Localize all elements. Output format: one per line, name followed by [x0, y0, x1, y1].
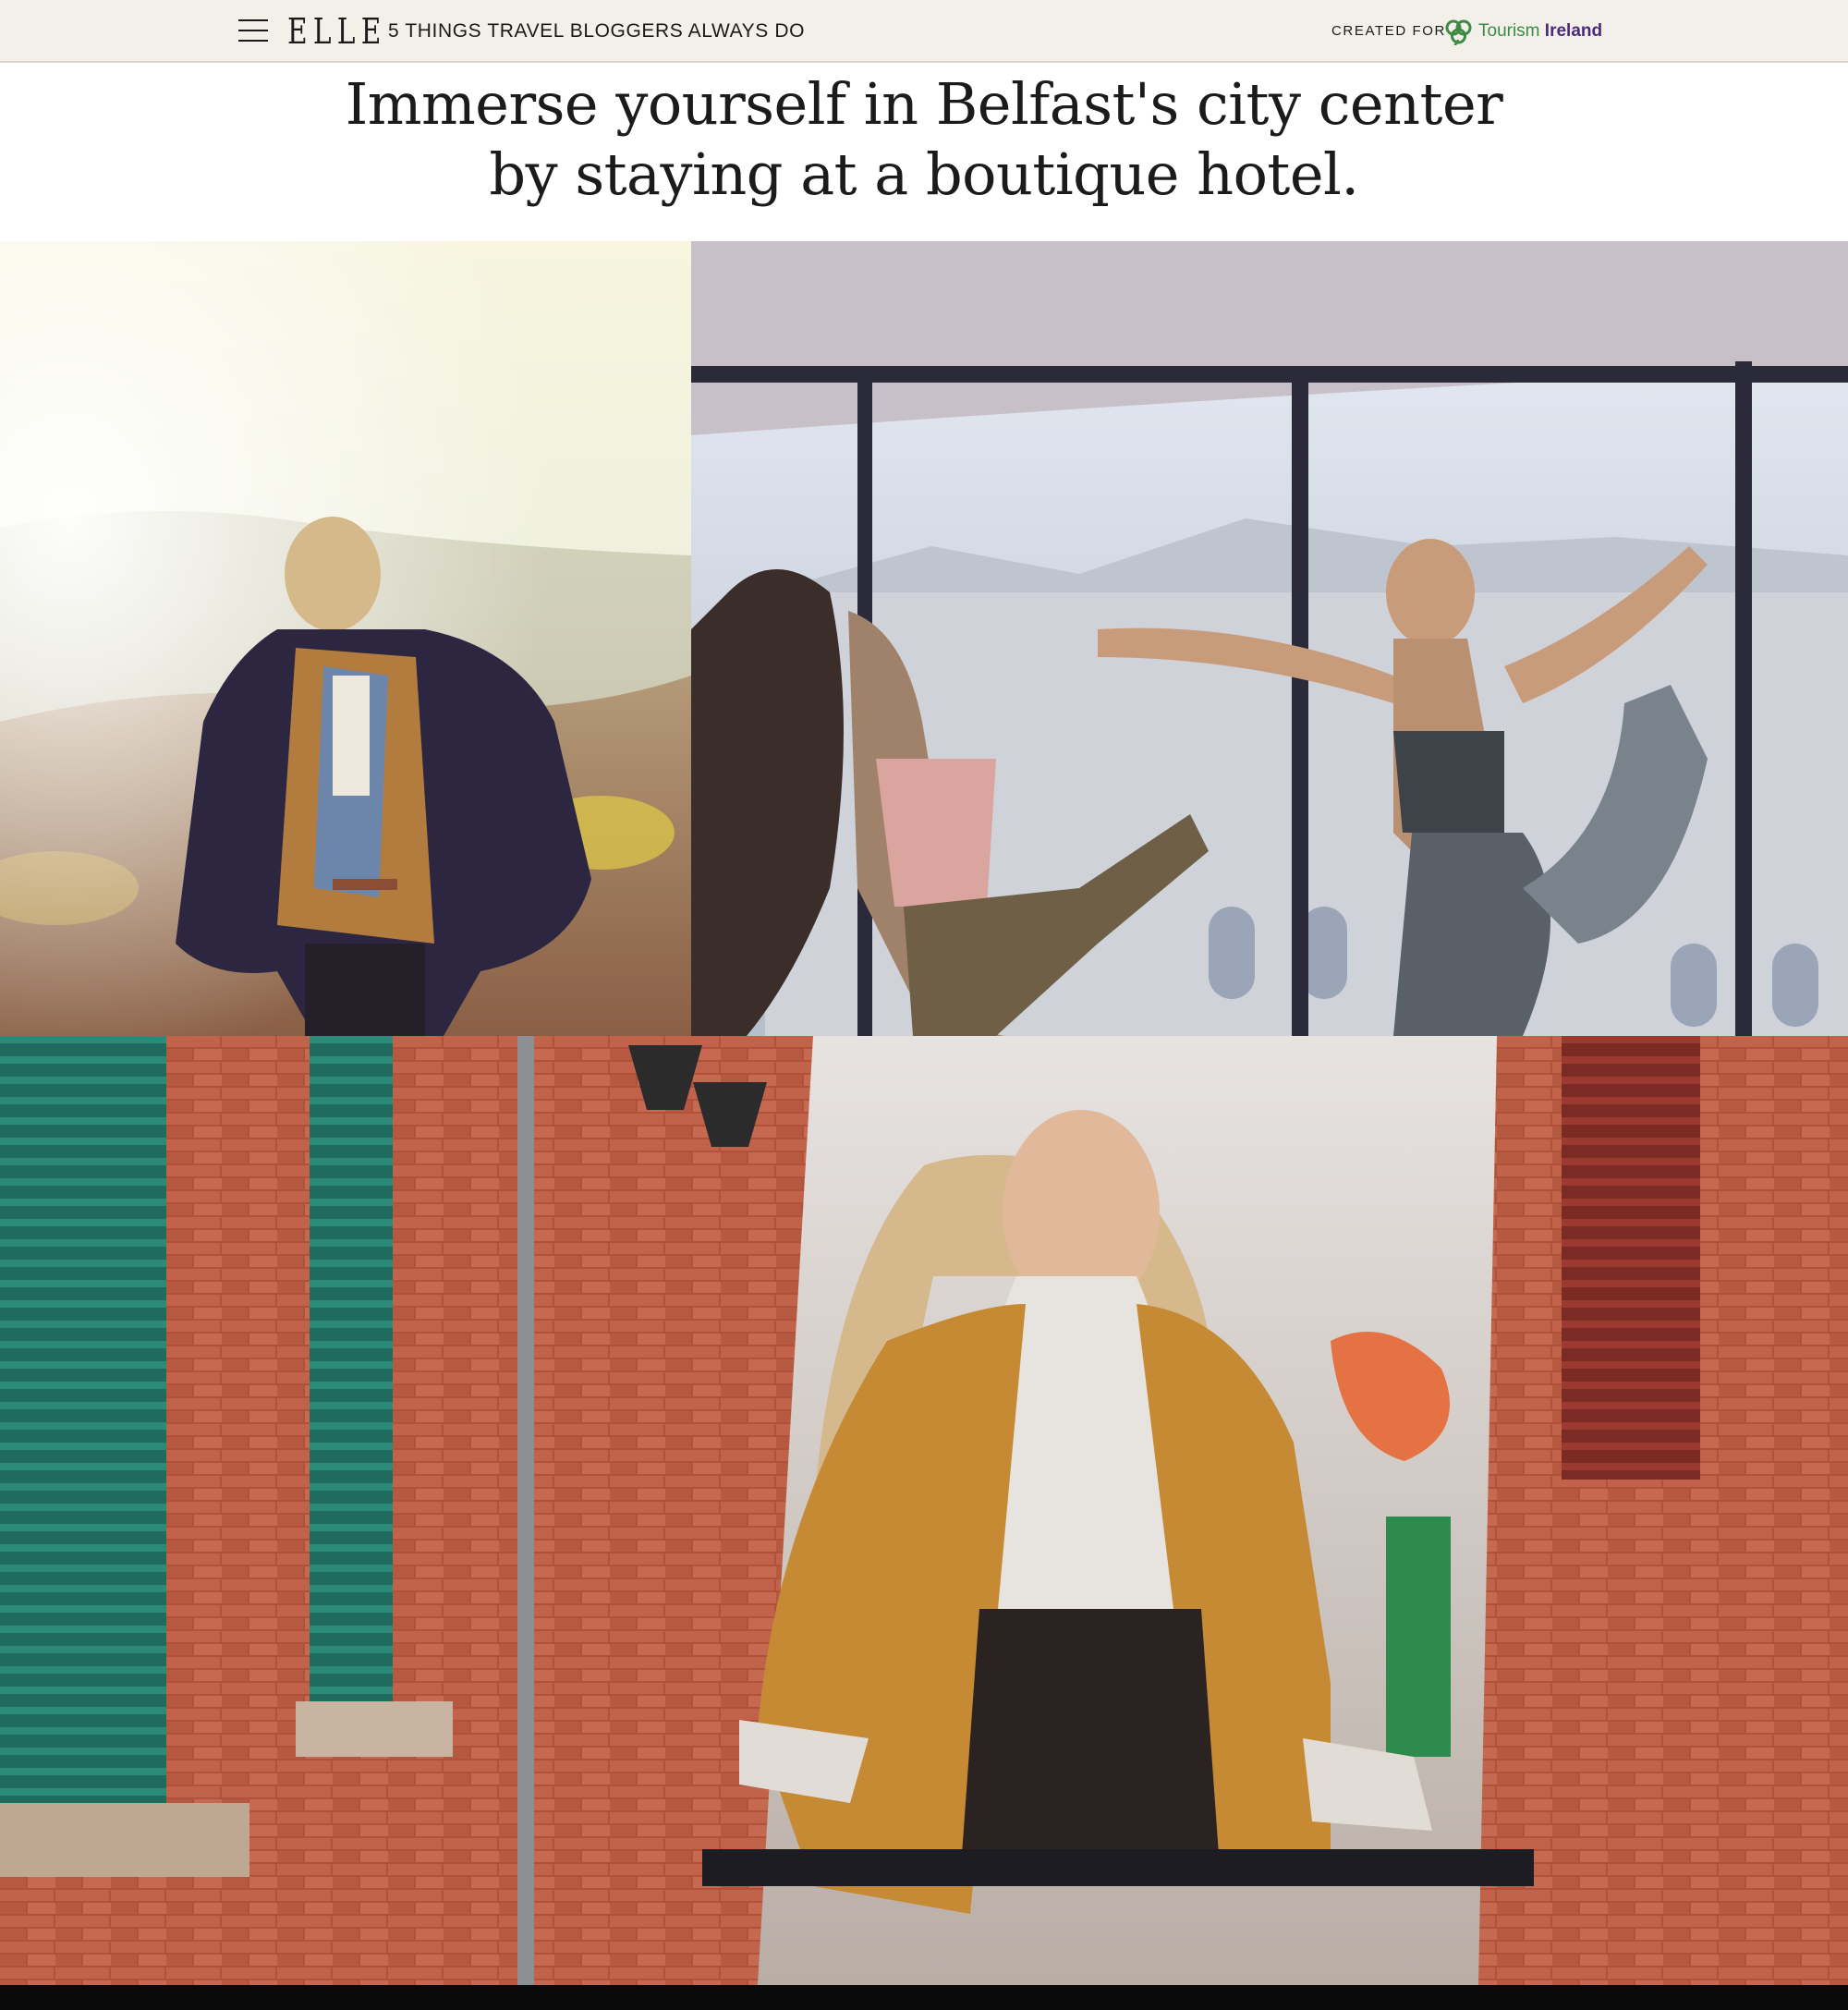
headline-line-1: Immerse yourself in Belfast's city cente… — [345, 70, 1503, 138]
sponsor-name-bold: Ireland — [1544, 21, 1603, 41]
headline: Immerse yourself in Belfast's city cente… — [0, 69, 1848, 210]
bottom-bar — [0, 1985, 1848, 2010]
photo-yoga-window — [691, 241, 1848, 1036]
tourism-ireland-logo[interactable]: Tourism Ireland — [1443, 17, 1602, 46]
page: ELLE 5 THINGS TRAVEL BLOGGERS ALWAYS DO … — [0, 0, 1848, 2010]
elle-logo[interactable]: ELLE — [287, 10, 387, 53]
sponsor-name: Tourism Ireland — [1478, 21, 1602, 42]
sponsor-name-light: Tourism — [1478, 21, 1540, 41]
shamrock-icon — [1445, 19, 1472, 45]
headline-line-2: by staying at a boutique hotel. — [489, 140, 1359, 208]
photo-hillside-woman — [0, 241, 691, 1036]
hamburger-menu-icon[interactable] — [238, 17, 269, 44]
created-for-label: CREATED FOR — [1331, 23, 1446, 39]
article-title: 5 THINGS TRAVEL BLOGGERS ALWAYS DO — [388, 20, 806, 42]
top-bar: ELLE 5 THINGS TRAVEL BLOGGERS ALWAYS DO … — [0, 0, 1848, 63]
photo-alley-bike — [0, 1036, 1848, 1985]
